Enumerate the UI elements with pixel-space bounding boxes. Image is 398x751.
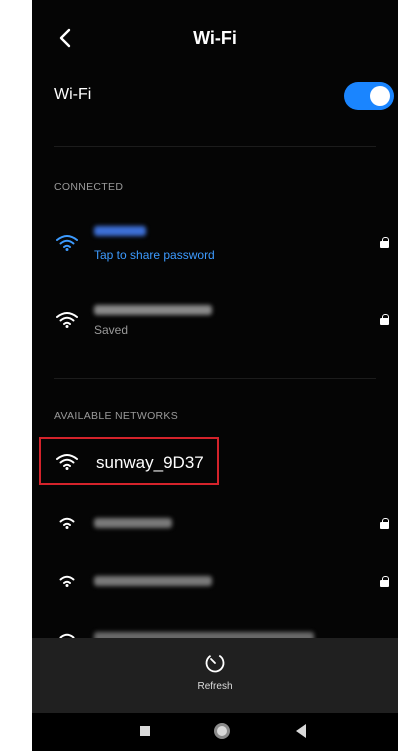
top-bar: Wi-Fi	[32, 18, 398, 62]
recents-button[interactable]	[140, 726, 150, 736]
section-heading-connected: CONNECTED	[54, 181, 124, 193]
lock-icon	[380, 314, 389, 325]
lock-icon	[380, 237, 389, 248]
network-name-redacted	[94, 226, 146, 236]
highlight-box	[39, 437, 219, 485]
wifi-settings-screen: Wi-Fi Wi-Fi CONNECTED Tap to share passw…	[32, 0, 398, 751]
bottom-action-bar: Refresh	[32, 638, 398, 713]
network-name-redacted	[94, 518, 172, 528]
network-name-redacted	[94, 305, 212, 315]
available-network-3[interactable]	[54, 556, 394, 606]
section-heading-available: AVAILABLE NETWORKS	[54, 410, 179, 422]
wifi-toggle-label: Wi-Fi	[54, 86, 92, 103]
connected-network-2[interactable]: Saved	[54, 297, 394, 347]
divider	[54, 146, 376, 147]
back-nav-button[interactable]	[296, 724, 306, 743]
page-title: Wi-Fi	[193, 28, 237, 48]
network-status: Saved	[94, 323, 129, 337]
divider	[54, 378, 376, 379]
lock-icon	[380, 576, 389, 587]
network-status: Tap to share password	[94, 248, 215, 262]
refresh-icon	[205, 653, 225, 673]
toggle-knob	[370, 86, 390, 106]
wifi-toggle-switch[interactable]	[344, 82, 394, 110]
wifi-signal-icon	[59, 575, 75, 587]
wifi-signal-icon	[56, 312, 78, 328]
system-nav-bar	[32, 713, 398, 751]
lock-icon	[380, 518, 389, 529]
wifi-signal-icon	[56, 235, 78, 251]
available-network-2[interactable]	[54, 498, 394, 548]
refresh-button[interactable]: Refresh	[187, 652, 243, 700]
wifi-toggle-row: Wi-Fi	[54, 78, 394, 114]
network-name-redacted	[94, 576, 212, 586]
back-triangle-icon	[296, 724, 306, 738]
wifi-signal-icon	[59, 517, 75, 529]
home-button[interactable]	[214, 723, 230, 739]
refresh-label: Refresh	[197, 681, 233, 692]
connected-network-1[interactable]: Tap to share password	[54, 220, 394, 270]
